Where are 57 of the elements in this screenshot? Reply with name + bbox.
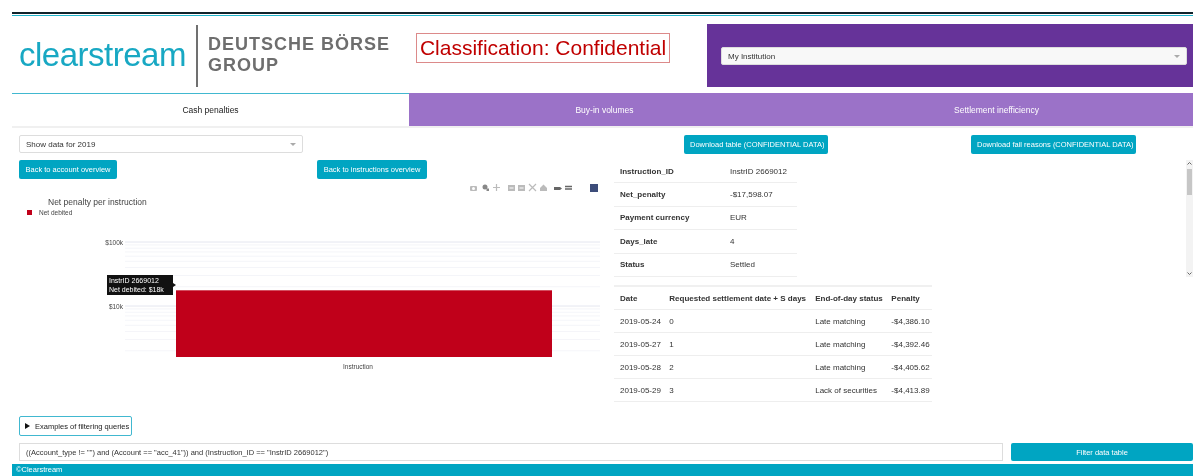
caret-icon — [1174, 54, 1180, 58]
camera-icon[interactable] — [470, 186, 477, 191]
scrollbar[interactable] — [1186, 160, 1193, 277]
zoom-out-icon[interactable] — [518, 185, 525, 191]
table-cell: 0 — [663, 309, 810, 333]
table-cell: 2019-05-29 — [614, 378, 664, 402]
tab[interactable]: Settlement inefficiency — [800, 93, 1193, 126]
field-label: Status — [614, 253, 724, 277]
column-header: End-of-day status — [809, 286, 886, 310]
scrollbar-thumb[interactable] — [1187, 169, 1192, 195]
group-name: DEUTSCHE BÖRSE — [207, 34, 390, 55]
field-value: EUR — [724, 206, 797, 230]
spike-lines-icon[interactable] — [554, 187, 562, 190]
chart-title: Net penalty per instruction — [48, 197, 147, 207]
table-cell: 3 — [663, 378, 810, 402]
field-label: Instruction_ID — [614, 160, 724, 183]
column-header: Date — [614, 286, 664, 310]
field-value: 4 — [724, 229, 797, 254]
scroll-down-icon — [1186, 270, 1193, 277]
field-label: Net_penalty — [614, 182, 724, 207]
expand-triangle-icon — [25, 423, 30, 429]
table-cell: Late matching — [809, 332, 886, 356]
home-icon[interactable] — [540, 184, 547, 191]
zoom-icon[interactable] — [482, 184, 489, 191]
institution-dropdown[interactable]: My Institution — [721, 47, 1187, 65]
table-cell: 1 — [663, 332, 810, 356]
table-cell: -$4,405.62 — [885, 355, 932, 379]
logo-text: clearstream — [19, 36, 186, 74]
field-label: Payment currency — [614, 206, 724, 230]
table-cell: Late matching — [809, 309, 886, 333]
table-cell: -$4,413.89 — [885, 378, 932, 402]
column-header: Penalty — [885, 286, 932, 310]
tab[interactable]: Buy-in volumes — [409, 93, 800, 126]
table-cell: 2019-05-27 — [614, 332, 664, 356]
classification-label: Classification: Confidential — [415, 33, 671, 63]
field-value: -$17,598.07 — [724, 182, 797, 207]
table-cell: Lack of securities — [809, 378, 886, 402]
table-cell: 2019-05-24 — [614, 309, 664, 333]
table-cell: 2019-05-28 — [614, 355, 664, 379]
pan-icon[interactable] — [492, 183, 501, 192]
field-label: Days_late — [614, 229, 724, 254]
caret-icon — [290, 142, 296, 146]
table-cell: -$4,386.10 — [885, 309, 932, 333]
autoscale-icon[interactable] — [528, 183, 537, 192]
tooltip-background — [107, 275, 176, 295]
field-value: Settled — [724, 253, 797, 277]
plotly-logo-icon[interactable] — [590, 184, 598, 192]
zoom-in-icon[interactable] — [508, 185, 515, 191]
table-cell: 2 — [663, 355, 810, 379]
table-cell: Late matching — [809, 355, 886, 379]
year-dropdown[interactable]: Show data for 2019 — [19, 135, 303, 153]
group-name: GROUP — [207, 55, 280, 76]
field-value: InstrID 2669012 — [724, 160, 797, 183]
column-header: Requested settlement date + S days — [663, 286, 810, 310]
scroll-up-icon — [1186, 160, 1193, 167]
table-cell: -$4,392.46 — [885, 332, 932, 356]
compare-icon[interactable] — [564, 185, 573, 190]
